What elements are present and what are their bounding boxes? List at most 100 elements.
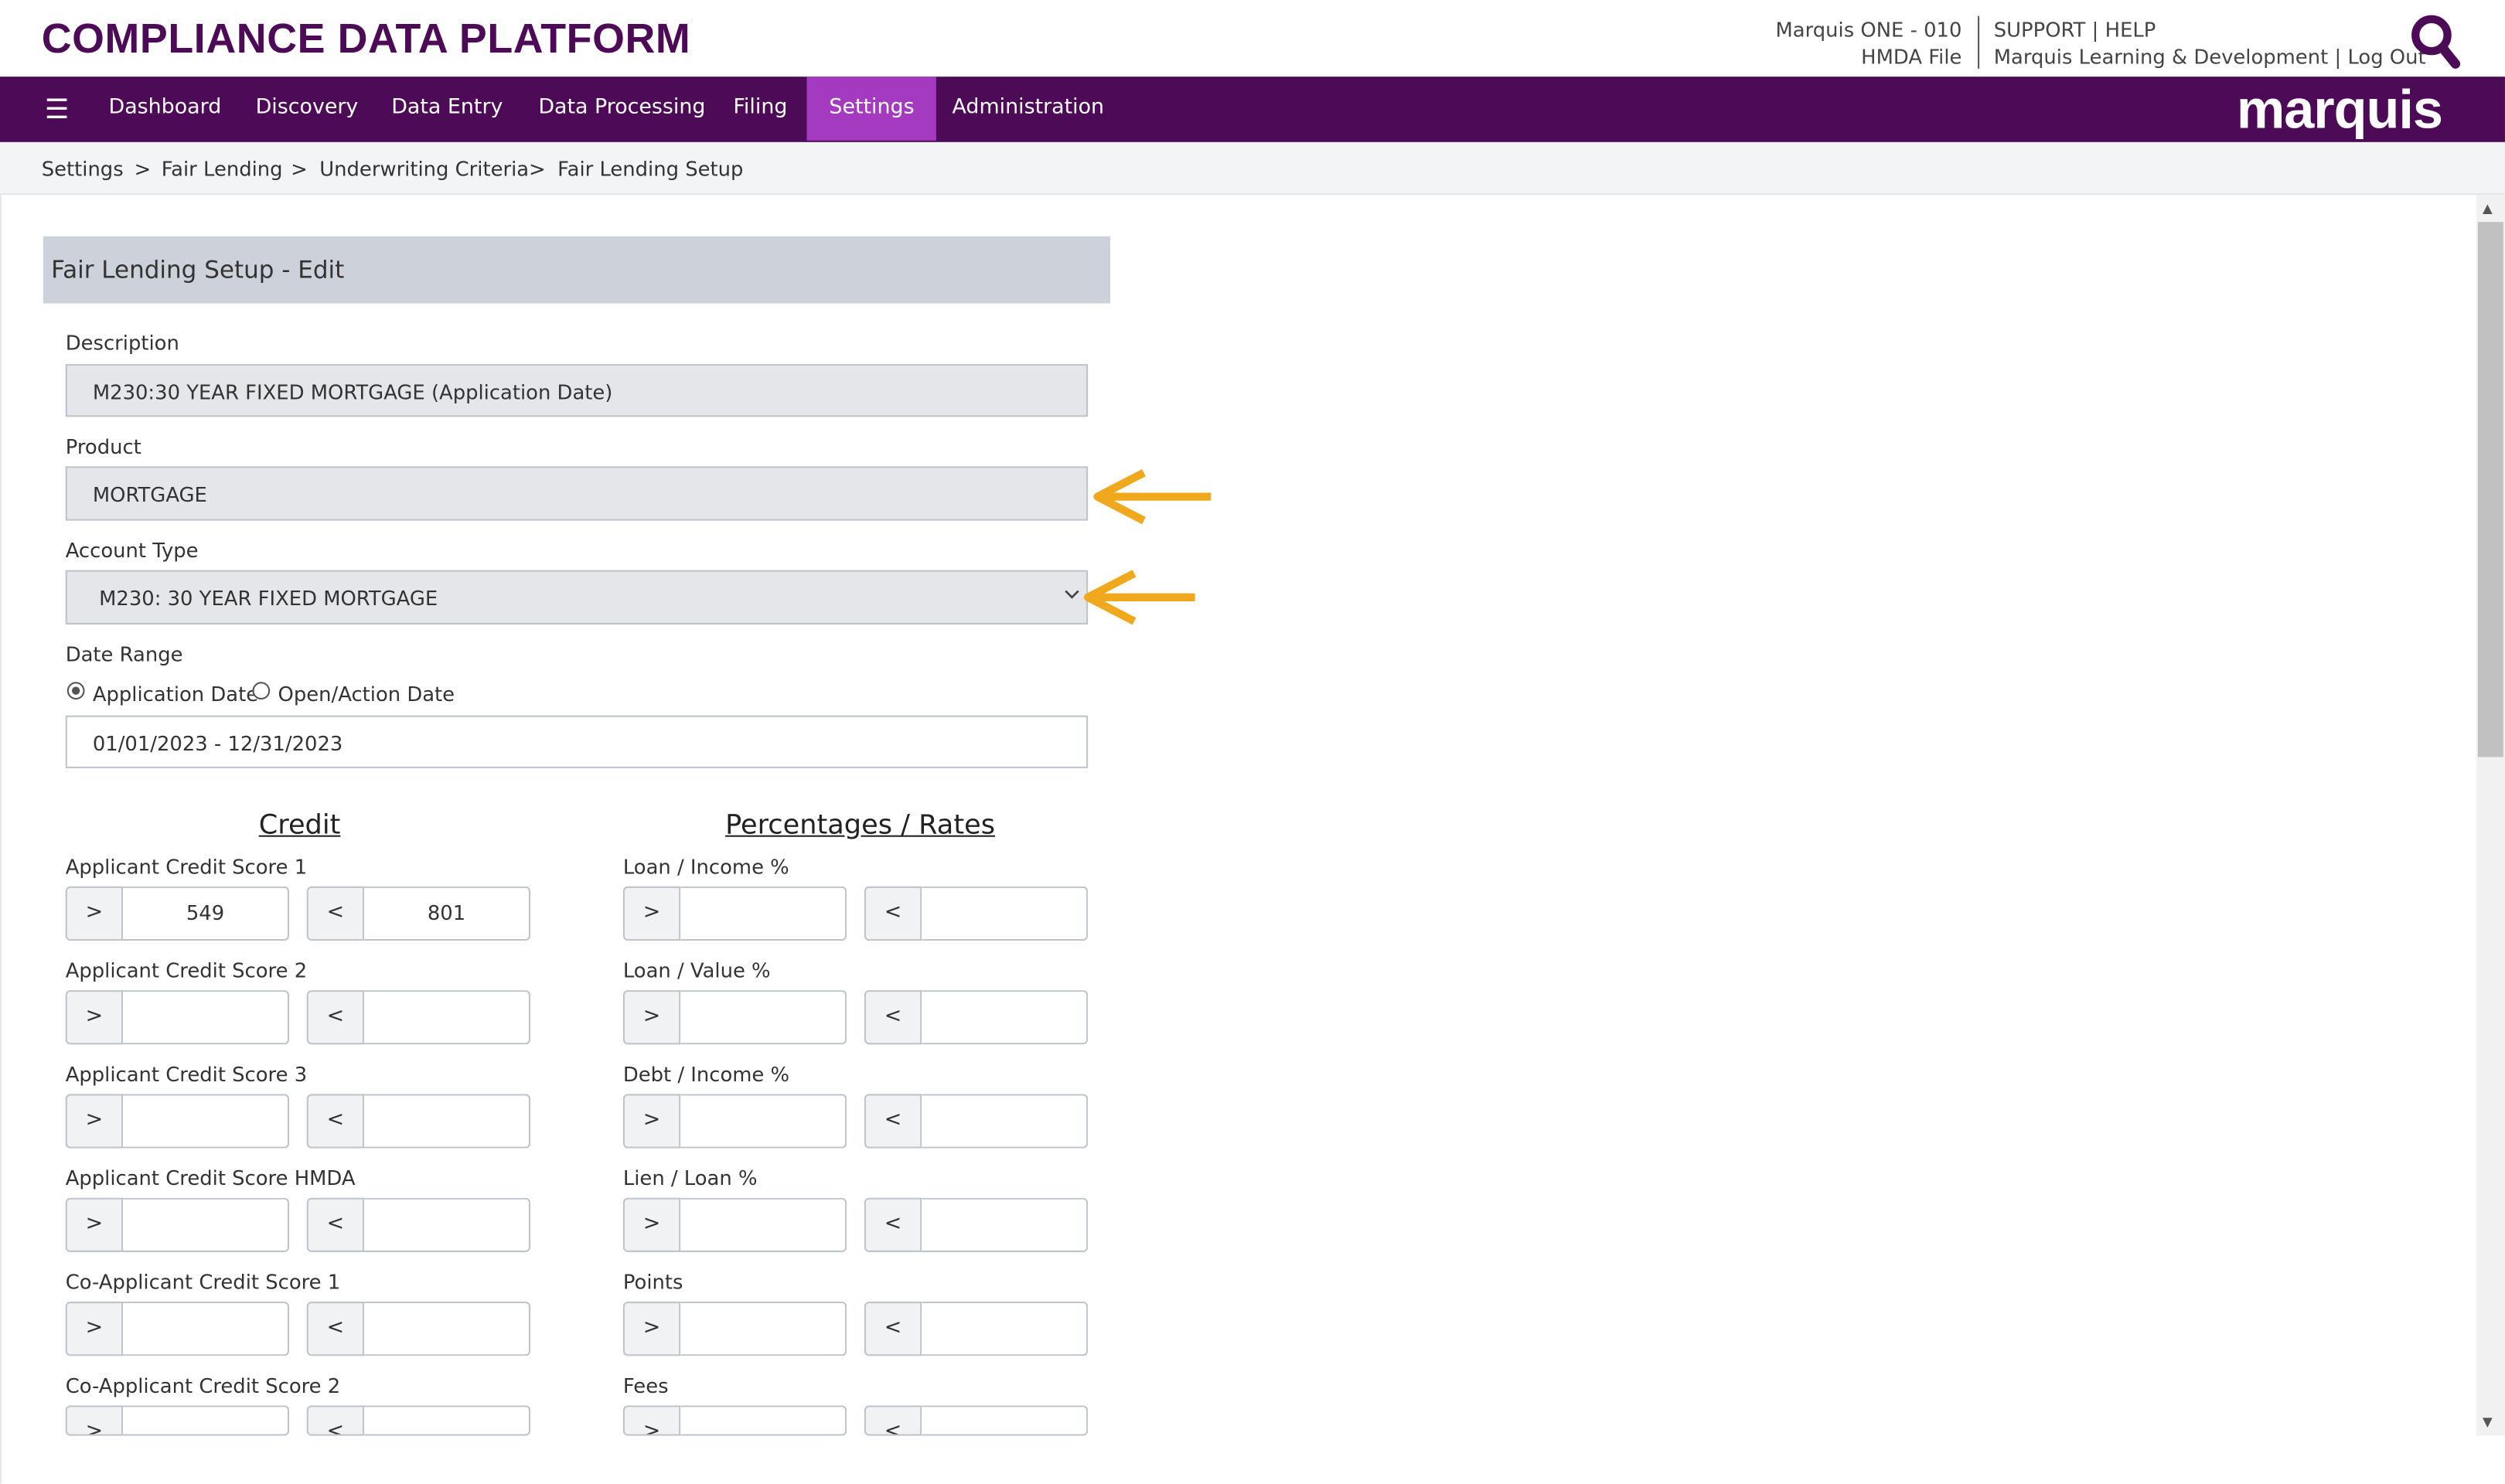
nav-data-processing[interactable]: Data Processing bbox=[516, 77, 728, 141]
min-input[interactable]: 549 bbox=[123, 886, 290, 941]
max-input[interactable] bbox=[364, 1302, 531, 1356]
max-input[interactable] bbox=[922, 1302, 1089, 1356]
credit-row-label: Applicant Credit Score 3 bbox=[65, 1062, 308, 1087]
breadcrumb-settings[interactable]: Settings bbox=[42, 156, 124, 180]
min-input[interactable] bbox=[680, 886, 847, 941]
hamburger-menu-icon[interactable]: ☰ bbox=[45, 94, 70, 126]
min-input[interactable] bbox=[123, 990, 290, 1045]
greater-than-button[interactable]: > bbox=[65, 1302, 124, 1356]
breadcrumb-fair-lending[interactable]: Fair Lending bbox=[162, 156, 283, 180]
rates-row-label: Loan / Income % bbox=[622, 854, 789, 879]
min-input[interactable] bbox=[680, 1405, 847, 1436]
less-than-button[interactable]: < bbox=[864, 990, 922, 1045]
nav-discovery[interactable]: Discovery bbox=[233, 77, 381, 141]
vertical-scrollbar[interactable]: ▲ ▼ bbox=[2476, 195, 2505, 1436]
support-link[interactable]: SUPPORT bbox=[1994, 18, 2086, 42]
less-than-button[interactable]: < bbox=[864, 1094, 922, 1149]
min-input[interactable] bbox=[123, 1094, 290, 1149]
nav-settings[interactable]: Settings bbox=[806, 77, 937, 141]
max-input[interactable] bbox=[922, 1094, 1089, 1149]
breadcrumb-underwriting-criteria[interactable]: Underwriting Criteria bbox=[319, 156, 529, 180]
greater-than-button[interactable]: > bbox=[622, 1405, 681, 1436]
institution-name[interactable]: Marquis ONE - 010 bbox=[1775, 16, 1961, 43]
file-name[interactable]: HMDA File bbox=[1775, 43, 1961, 70]
user-name-link[interactable]: Marquis Learning & Development bbox=[1994, 45, 2328, 69]
credit-row-label: Co-Applicant Credit Score 2 bbox=[65, 1373, 341, 1398]
pipe-separator: | bbox=[2334, 44, 2342, 69]
min-input[interactable] bbox=[123, 1405, 290, 1436]
less-than-button[interactable]: < bbox=[306, 1094, 365, 1149]
greater-than-button[interactable]: > bbox=[65, 1197, 124, 1252]
greater-than-button[interactable]: > bbox=[65, 1405, 124, 1436]
breadcrumb-current-page: Fair Lending Setup bbox=[557, 156, 744, 181]
less-than-button[interactable]: < bbox=[864, 1302, 922, 1356]
help-link[interactable]: HELP bbox=[2105, 18, 2156, 42]
account-type-select[interactable]: M230: 30 YEAR FIXED MORTGAGE bbox=[65, 570, 1089, 625]
less-than-button[interactable]: < bbox=[306, 886, 365, 941]
greater-than-button[interactable]: > bbox=[622, 990, 681, 1045]
scroll-up-arrow-icon[interactable]: ▲ bbox=[2483, 201, 2493, 216]
greater-than-button[interactable]: > bbox=[622, 1094, 681, 1149]
rates-row-label: Debt / Income % bbox=[622, 1062, 790, 1087]
description-value: M230:30 YEAR FIXED MORTGAGE (Application… bbox=[92, 380, 613, 404]
max-input[interactable] bbox=[364, 1094, 531, 1149]
less-than-button[interactable]: < bbox=[306, 1197, 365, 1252]
header-links: SUPPORT | HELP Marquis Learning & Developm… bbox=[1994, 16, 2426, 70]
credit-section-title: Credit bbox=[258, 809, 341, 842]
date-range-label: Date Range bbox=[65, 642, 183, 666]
description-label: Description bbox=[65, 330, 179, 355]
header-divider bbox=[1978, 15, 1980, 69]
nav-filing[interactable]: Filing bbox=[711, 77, 810, 141]
app-title: COMPLIANCE DATA PLATFORM bbox=[41, 14, 691, 63]
top-header: COMPLIANCE DATA PLATFORM Marquis ONE - 0… bbox=[0, 0, 2505, 77]
greater-than-button[interactable]: > bbox=[65, 1094, 124, 1149]
institution-info: Marquis ONE - 010 HMDA File bbox=[1775, 16, 1961, 70]
min-input[interactable] bbox=[123, 1302, 290, 1356]
less-than-button[interactable]: < bbox=[864, 1197, 922, 1252]
nav-dashboard[interactable]: Dashboard bbox=[87, 77, 244, 141]
less-than-button[interactable]: < bbox=[306, 990, 365, 1045]
product-value: MORTGAGE bbox=[92, 482, 207, 507]
rates-row-label: Fees bbox=[622, 1373, 669, 1398]
breadcrumb-separator: > bbox=[528, 156, 546, 181]
scrollbar-thumb[interactable] bbox=[2477, 222, 2503, 757]
open-action-date-radio[interactable] bbox=[252, 682, 271, 700]
scroll-down-arrow-icon[interactable]: ▼ bbox=[2483, 1415, 2493, 1430]
greater-than-button[interactable]: > bbox=[622, 1302, 681, 1356]
max-input[interactable] bbox=[922, 886, 1089, 941]
nav-data-entry[interactable]: Data Entry bbox=[369, 77, 525, 141]
greater-than-button[interactable]: > bbox=[622, 886, 681, 941]
max-input[interactable] bbox=[364, 990, 531, 1045]
breadcrumb: Settings > Fair Lending > Underwriting C… bbox=[0, 141, 2505, 196]
less-than-button[interactable]: < bbox=[306, 1405, 365, 1436]
greater-than-button[interactable]: > bbox=[65, 990, 124, 1045]
rates-section-title: Percentages / Rates bbox=[725, 809, 996, 842]
breadcrumb-separator: > bbox=[134, 156, 152, 181]
max-input[interactable] bbox=[364, 1197, 531, 1252]
rates-row-label: Lien / Loan % bbox=[622, 1166, 758, 1190]
greater-than-button[interactable]: > bbox=[622, 1197, 681, 1252]
min-input[interactable] bbox=[680, 1197, 847, 1252]
max-input[interactable]: 801 bbox=[364, 886, 531, 941]
min-input[interactable] bbox=[680, 1094, 847, 1149]
description-field: M230:30 YEAR FIXED MORTGAGE (Application… bbox=[65, 364, 1089, 417]
application-date-radio[interactable] bbox=[66, 682, 85, 700]
nav-administration[interactable]: Administration bbox=[930, 77, 1126, 141]
less-than-button[interactable]: < bbox=[864, 886, 922, 941]
less-than-button[interactable]: < bbox=[306, 1302, 365, 1356]
less-than-button[interactable]: < bbox=[864, 1405, 922, 1436]
max-input[interactable] bbox=[364, 1405, 531, 1436]
panel-title: Fair Lending Setup - Edit bbox=[51, 255, 345, 284]
max-input[interactable] bbox=[922, 1405, 1089, 1436]
credit-row-label: Applicant Credit Score 1 bbox=[65, 854, 308, 879]
marquis-logo: marquis bbox=[2236, 80, 2443, 141]
min-input[interactable] bbox=[680, 990, 847, 1045]
greater-than-button[interactable]: > bbox=[65, 886, 124, 941]
max-input[interactable] bbox=[922, 990, 1089, 1045]
min-input[interactable] bbox=[123, 1197, 290, 1252]
search-icon[interactable] bbox=[2409, 15, 2461, 72]
min-input[interactable] bbox=[680, 1302, 847, 1356]
date-range-input[interactable]: 01/01/2023 - 12/31/2023 bbox=[65, 715, 1089, 768]
main-nav: ☰ Dashboard Discovery Data Entry Data Pr… bbox=[0, 77, 2505, 142]
max-input[interactable] bbox=[922, 1197, 1089, 1252]
